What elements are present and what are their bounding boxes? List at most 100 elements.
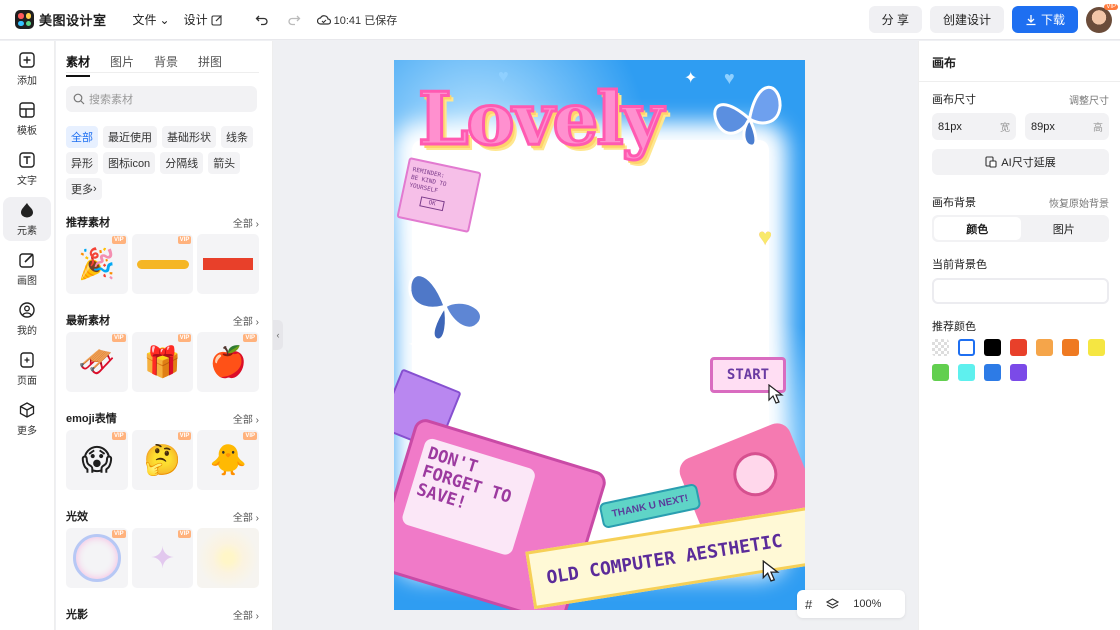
color-swatch[interactable] (984, 364, 1001, 381)
rail-item-text[interactable]: 文字 (3, 147, 51, 191)
logo-icon (15, 10, 34, 29)
see-all-link[interactable]: 全部 › (233, 313, 259, 328)
user-avatar[interactable]: VIP (1086, 3, 1118, 33)
see-all-label: 全部 (232, 610, 253, 622)
see-all-link[interactable]: 全部 › (233, 411, 259, 426)
color-swatch[interactable] (932, 364, 949, 381)
chip-basic-shapes[interactable]: 基础形状 (162, 126, 216, 148)
rail-item-pages[interactable]: 页面 (3, 347, 51, 391)
create-design-button[interactable]: 创建设计 (929, 6, 1004, 33)
color-swatch[interactable] (958, 339, 975, 356)
search-placeholder: 搜索素材 (89, 94, 133, 106)
chip-lines[interactable]: 线条 (221, 126, 253, 148)
current-color-box[interactable] (932, 278, 1109, 304)
material-thumb[interactable]: ✦ VIP (131, 528, 194, 588)
file-menu[interactable]: 文件 ⌄ (133, 11, 170, 28)
rail-item-draw[interactable]: 画图 (3, 247, 51, 291)
material-thumb[interactable]: 🤔 VIP (131, 430, 194, 490)
zoom-level[interactable]: 100% (853, 598, 881, 610)
section-light-shadow: 光影 全部 › (66, 606, 259, 622)
design-canvas[interactable]: Lovely REMINDER: BE KIND TO YOURSELF OK … (394, 60, 805, 610)
rail-item-add[interactable]: 添加 (3, 47, 51, 91)
chip-all[interactable]: 全部 (66, 126, 98, 148)
material-thumb[interactable]: VIP (66, 528, 128, 588)
material-thumb[interactable]: 🍎 VIP (197, 332, 260, 392)
app-logo[interactable]: 美图设计室 (15, 10, 107, 29)
tab-images[interactable]: 图片 (110, 53, 134, 77)
chip-arrows[interactable]: 箭头 (208, 152, 241, 174)
material-thumb[interactable]: VIP (131, 234, 194, 294)
material-thumb[interactable]: 😱 VIP (66, 430, 128, 490)
material-thumb[interactable]: 🎁 VIP (131, 332, 194, 392)
thinking-face-icon: 🤔 (143, 443, 182, 477)
chip-more[interactable]: 更多 › (66, 178, 102, 200)
color-swatch[interactable] (932, 339, 949, 356)
chip-recent[interactable]: 最近使用 (103, 126, 157, 148)
chip-icons[interactable]: 图标icon (103, 152, 156, 174)
color-swatch[interactable] (1062, 339, 1079, 356)
canvas-bg-label: 画布背景 (932, 197, 976, 209)
ai-resize-button[interactable]: AI尺寸延展 (932, 149, 1109, 175)
seg-color[interactable]: 颜色 (934, 217, 1021, 240)
see-all-link[interactable]: 全部 › (233, 607, 259, 622)
color-swatch[interactable] (1010, 364, 1027, 381)
height-value: 89px (1031, 120, 1055, 133)
canvas-properties-panel: 画布 画布尺寸 调整尺寸 81px 宽 89px 高 AI尺寸延展 画布背景 恢复原始背… (918, 41, 1120, 630)
color-swatch[interactable] (1088, 339, 1105, 356)
tab-background[interactable]: 背景 (154, 53, 178, 77)
see-all-label: 全部 (232, 414, 253, 426)
download-icon (1026, 14, 1036, 25)
height-field[interactable]: 89px 高 (1025, 113, 1109, 140)
red-bar-shape (203, 258, 254, 270)
search-input[interactable]: 搜索素材 (66, 86, 257, 112)
material-thumb[interactable]: 🐥 VIP (197, 430, 260, 490)
width-field[interactable]: 81px 宽 (932, 113, 1016, 140)
color-swatch[interactable] (1010, 339, 1027, 356)
adjust-size-link[interactable]: 调整尺寸 (1069, 92, 1109, 107)
material-thumb[interactable] (197, 528, 260, 588)
rail-label-elements: 元素 (17, 226, 37, 237)
see-all-link[interactable]: 全部 › (233, 215, 259, 230)
color-swatch[interactable] (1036, 339, 1053, 356)
rail-item-more[interactable]: 更多 (3, 397, 51, 441)
collapse-panel-button[interactable]: ‹ (273, 320, 283, 350)
vip-tag: VIP (112, 236, 126, 244)
download-button[interactable]: 下载 (1011, 6, 1078, 33)
cube-icon (19, 402, 35, 418)
redo-button[interactable] (281, 7, 307, 33)
chevron-right-icon: › (93, 183, 97, 195)
tab-collage[interactable]: 拼图 (198, 53, 222, 77)
color-swatch[interactable] (984, 339, 1001, 356)
chip-more-label: 更多 (71, 184, 93, 196)
rail-item-template[interactable]: 模板 (3, 97, 51, 141)
vip-tag: VIP (177, 432, 192, 440)
undo-button[interactable] (249, 7, 275, 33)
grid-icon[interactable]: # (805, 597, 812, 612)
restore-bg-link[interactable]: 恢复原始背景 (1049, 195, 1109, 210)
sparkle-icon: ✦ (684, 70, 698, 87)
chip-dividers[interactable]: 分隔线 (160, 152, 204, 174)
see-all-link[interactable]: 全部 › (233, 509, 259, 524)
rail-label-more: 更多 (17, 426, 37, 437)
section-title: 光影 (66, 609, 88, 621)
rail-item-elements[interactable]: 元素 (3, 197, 51, 241)
rail-label-add: 添加 (17, 76, 37, 87)
layers-icon[interactable] (826, 597, 840, 611)
material-thumb[interactable]: 🎉 VIP (66, 234, 128, 294)
design-menu[interactable]: 设计 (184, 11, 223, 28)
popup-ok: OK (419, 196, 445, 212)
see-all-label: 全部 (232, 316, 253, 328)
share-button[interactable]: 分 享 (868, 6, 922, 33)
vip-tag: VIP (112, 432, 126, 440)
section-title: 最新素材 (66, 315, 110, 327)
material-thumb[interactable] (197, 234, 260, 294)
material-thumb[interactable]: 🛷 VIP (66, 332, 128, 392)
design-menu-label: 设计 (183, 13, 208, 27)
color-swatch[interactable] (958, 364, 975, 381)
rail-item-mine[interactable]: 我的 (3, 297, 51, 341)
tab-material[interactable]: 素材 (66, 53, 91, 77)
chip-irregular[interactable]: 异形 (66, 152, 98, 174)
save-status: 10:41 已保存 (316, 12, 397, 28)
seg-image[interactable]: 图片 (1021, 217, 1108, 240)
chevron-down-icon: ⌄ (159, 12, 170, 27)
